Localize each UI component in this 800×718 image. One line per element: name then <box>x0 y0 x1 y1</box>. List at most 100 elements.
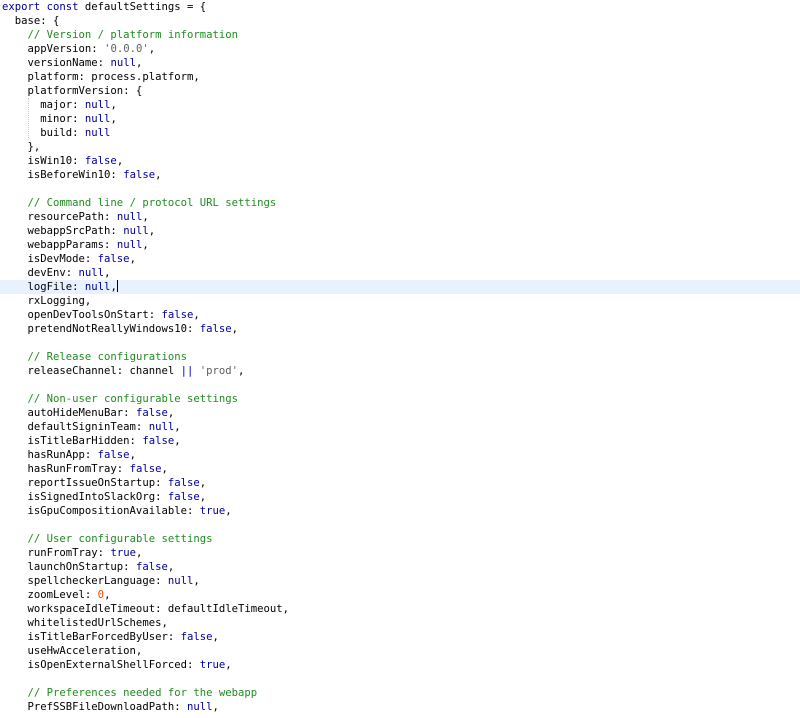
code-token: null <box>84 127 111 139</box>
code-line[interactable]: // Version / platform information <box>0 28 800 42</box>
code-token: , <box>148 43 156 55</box>
code-token: null <box>84 281 111 293</box>
code-line[interactable]: spellcheckerLanguage: null, <box>0 574 800 588</box>
code-token: false <box>167 491 200 503</box>
code-line[interactable]: logFile: null, <box>0 280 800 294</box>
code-line[interactable]: rxLogging, <box>0 294 800 308</box>
code-token: autoHideMenuBar: <box>2 407 136 419</box>
code-line[interactable]: openDevToolsOnStart: false, <box>0 308 800 322</box>
code-token: , <box>238 365 245 377</box>
code-token: false <box>84 155 117 167</box>
code-line[interactable]: // Release configurations <box>0 350 800 364</box>
code-token: isSignedIntoSlackOrg: <box>2 491 168 503</box>
code-token: zoomLevel: <box>2 589 98 601</box>
code-line[interactable]: hasRunFromTray: false, <box>0 462 800 476</box>
code-token: , <box>116 155 124 167</box>
code-token: , <box>225 659 232 671</box>
code-line[interactable]: isSignedIntoSlackOrg: false, <box>0 490 800 504</box>
code-line[interactable]: reportIssueOnStartup: false, <box>0 476 800 490</box>
code-line[interactable]: releaseChannel: channel || 'prod', <box>0 364 800 378</box>
code-line[interactable] <box>0 672 800 686</box>
code-token: resourcePath: <box>2 211 117 223</box>
code-line[interactable]: useHwAcceleration, <box>0 644 800 658</box>
code-line[interactable]: isTitleBarForcedByUser: false, <box>0 630 800 644</box>
code-line[interactable] <box>0 378 800 392</box>
code-token: // Preferences needed for the webapp <box>27 687 258 699</box>
code-line[interactable]: workspaceIdleTimeout: defaultIdleTimeout… <box>0 602 800 616</box>
code-line[interactable]: build: null <box>0 126 800 140</box>
code-line[interactable] <box>0 518 800 532</box>
code-line[interactable]: platformVersion: { <box>0 84 800 98</box>
code-line[interactable]: appVersion: '0.0.0', <box>0 42 800 56</box>
code-token: false <box>129 463 162 475</box>
code-line[interactable]: isWin10: false, <box>0 154 800 168</box>
code-token: , <box>199 491 207 503</box>
code-token: , <box>199 477 207 489</box>
code-token: reportIssueOnStartup: <box>2 477 168 489</box>
code-token: , <box>110 113 117 125</box>
code-line[interactable]: isGpuCompositionAvailable: true, <box>0 504 800 518</box>
code-token: isWin10: <box>2 155 85 167</box>
code-line[interactable]: defaultSigninTeam: null, <box>0 420 800 434</box>
code-token: minor: <box>2 113 85 125</box>
code-line[interactable]: isOpenExternalShellForced: true, <box>0 658 800 672</box>
code-token: // Non-user configurable settings <box>27 393 238 405</box>
code-line[interactable]: webappParams: null, <box>0 238 800 252</box>
code-token: isTitleBarForcedByUser: <box>2 631 181 643</box>
code-line[interactable]: isTitleBarHidden: false, <box>0 434 800 448</box>
code-token: false <box>161 309 194 321</box>
code-token: isBeforeWin10: <box>2 169 124 181</box>
code-line[interactable]: versionName: null, <box>0 56 800 70</box>
code-token: , <box>231 323 238 335</box>
code-line[interactable]: launchOnStartup: false, <box>0 560 800 574</box>
code-token: platformVersion: { <box>2 85 143 97</box>
code-token: whitelistedUrlSchemes, <box>2 617 168 629</box>
code-token: , <box>174 421 181 433</box>
code-line[interactable]: export const defaultSettings = { <box>0 0 800 14</box>
code-token: false <box>142 435 175 447</box>
code-token: , <box>193 309 200 321</box>
code-line[interactable]: isBeforeWin10: false, <box>0 168 800 182</box>
code-token: false <box>199 323 232 335</box>
code-line[interactable]: platform: process.platform, <box>0 70 800 84</box>
code-line[interactable]: runFromTray: true, <box>0 546 800 560</box>
code-line[interactable]: minor: null, <box>0 112 800 126</box>
code-line[interactable]: webappSrcPath: null, <box>0 224 800 238</box>
code-line[interactable]: major: null, <box>0 98 800 112</box>
code-line[interactable]: isDevMode: false, <box>0 252 800 266</box>
code-line[interactable]: autoHideMenuBar: false, <box>0 406 800 420</box>
code-line[interactable]: devEnv: null, <box>0 266 800 280</box>
code-line[interactable]: hasRunApp: false, <box>0 448 800 462</box>
code-token: isOpenExternalShellForced: <box>2 659 200 671</box>
code-token: false <box>97 253 130 265</box>
code-token: major: <box>2 99 85 111</box>
code-token: defaultSigninTeam: <box>2 421 149 433</box>
code-token: , <box>148 225 156 237</box>
code-token: , <box>135 547 143 559</box>
code-line[interactable]: base: { <box>0 14 800 28</box>
code-token: , <box>110 99 117 111</box>
code-token: base: { <box>2 15 60 27</box>
code-line[interactable] <box>0 182 800 196</box>
code-line[interactable]: // User configurable settings <box>0 532 800 546</box>
code-token: null <box>123 225 149 237</box>
code-line[interactable]: zoomLevel: 0, <box>0 588 800 602</box>
code-line[interactable]: resourcePath: null, <box>0 210 800 224</box>
code-token: , <box>104 589 111 601</box>
code-line[interactable]: // Command line / protocol URL settings <box>0 196 800 210</box>
code-line[interactable] <box>0 336 800 350</box>
code-line[interactable]: }, <box>0 140 800 154</box>
code-line[interactable]: whitelistedUrlSchemes, <box>0 616 800 630</box>
code-line[interactable]: pretendNotReallyWindows10: false, <box>0 322 800 336</box>
code-token: isTitleBarHidden: <box>2 435 143 447</box>
code-line[interactable]: // Preferences needed for the webapp <box>0 686 800 700</box>
code-token: false <box>135 407 168 419</box>
code-line[interactable]: // Non-user configurable settings <box>0 392 800 406</box>
code-token: , <box>161 463 168 475</box>
code-line[interactable]: PrefSSBFileDownloadPath: null, <box>0 700 800 714</box>
code-editor[interactable]: export const defaultSettings = { base: {… <box>0 0 800 718</box>
code-token: defaultSettings = { <box>84 1 207 13</box>
